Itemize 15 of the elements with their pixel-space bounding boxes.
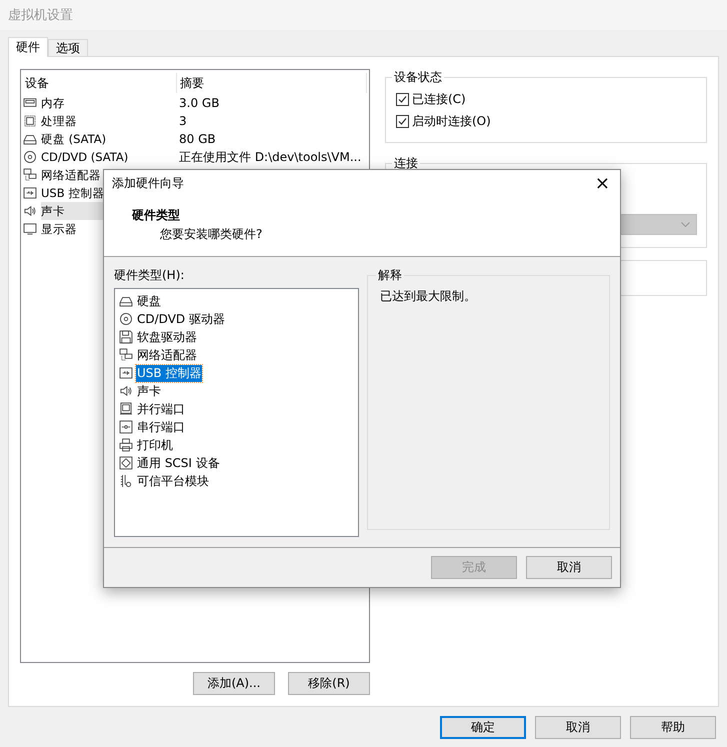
wizard-heading: 硬件类型 (132, 207, 181, 224)
group-title: 解释 (377, 267, 403, 284)
list-label: 硬件类型(H): (114, 267, 186, 284)
group-title: 设备状态 (393, 69, 443, 86)
device-summary: 正在使用文件 D:\dev\tools\VM... (179, 149, 362, 165)
device-summary: 3.0 GB (179, 95, 220, 111)
dialog-title: 添加硬件向导 (112, 175, 184, 192)
checkbox-label: 启动时连接(O) (412, 112, 491, 130)
device-summary: 3 (179, 113, 187, 129)
group-title: 连接 (393, 155, 419, 172)
window-title: 虚拟机设置 (8, 7, 73, 24)
device-summary: 80 GB (179, 131, 216, 147)
checkbox-label: 已连接(C) (412, 90, 466, 108)
wizard-subheading: 您要安装哪类硬件? (159, 226, 264, 243)
explanation-text: 已达到最大限制。 (380, 289, 476, 303)
